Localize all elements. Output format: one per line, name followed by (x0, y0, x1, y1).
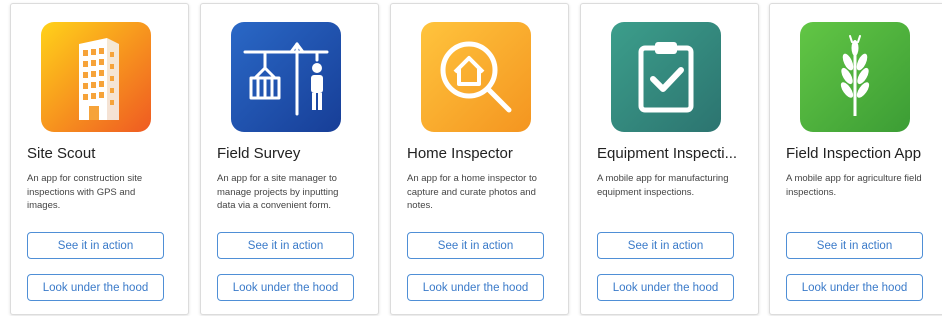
app-tile-field-survey (231, 22, 341, 132)
app-title: Equipment Inspecti... (597, 145, 738, 162)
app-tile-equipment-inspection (611, 22, 721, 132)
app-card-home-inspector: Home Inspector An app for a home inspect… (390, 3, 569, 315)
app-card-equipment-inspection: Equipment Inspecti... A mobile app for m… (580, 3, 759, 315)
look-under-the-hood-button[interactable]: Look under the hood (786, 274, 923, 301)
app-card-site-scout: Site Scout An app for construction site … (10, 3, 189, 315)
app-card-field-survey: Field Survey An app for a site manager t… (200, 3, 379, 315)
app-title: Field Survey (217, 145, 301, 162)
house-search-icon (421, 22, 531, 132)
see-it-in-action-button[interactable]: See it in action (217, 232, 354, 259)
app-title: Field Inspection App (786, 145, 922, 162)
app-description: An app for a site manager to manage proj… (217, 173, 339, 211)
app-title: Home Inspector (407, 145, 513, 162)
app-tile-site-scout (41, 22, 151, 132)
app-description: A mobile app for agriculture field inspe… (786, 173, 922, 198)
crane-worker-icon (231, 22, 341, 132)
see-it-in-action-button[interactable]: See it in action (597, 232, 734, 259)
app-tile-home-inspector (421, 22, 531, 132)
clipboard-check-icon (611, 22, 721, 132)
wheat-icon (800, 22, 910, 132)
look-under-the-hood-button[interactable]: Look under the hood (27, 274, 164, 301)
look-under-the-hood-button[interactable]: Look under the hood (597, 274, 734, 301)
see-it-in-action-button[interactable]: See it in action (786, 232, 923, 259)
look-under-the-hood-button[interactable]: Look under the hood (407, 274, 544, 301)
app-description: An app for construction site inspections… (27, 173, 143, 211)
app-tile-field-inspection (800, 22, 910, 132)
look-under-the-hood-button[interactable]: Look under the hood (217, 274, 354, 301)
building-icon (41, 22, 151, 132)
see-it-in-action-button[interactable]: See it in action (407, 232, 544, 259)
app-title: Site Scout (27, 145, 96, 162)
app-description: A mobile app for manufacturing equipment… (597, 173, 729, 198)
app-description: An app for a home inspector to capture a… (407, 173, 537, 211)
app-card-field-inspection: Field Inspection App A mobile app for ag… (769, 3, 942, 315)
see-it-in-action-button[interactable]: See it in action (27, 232, 164, 259)
